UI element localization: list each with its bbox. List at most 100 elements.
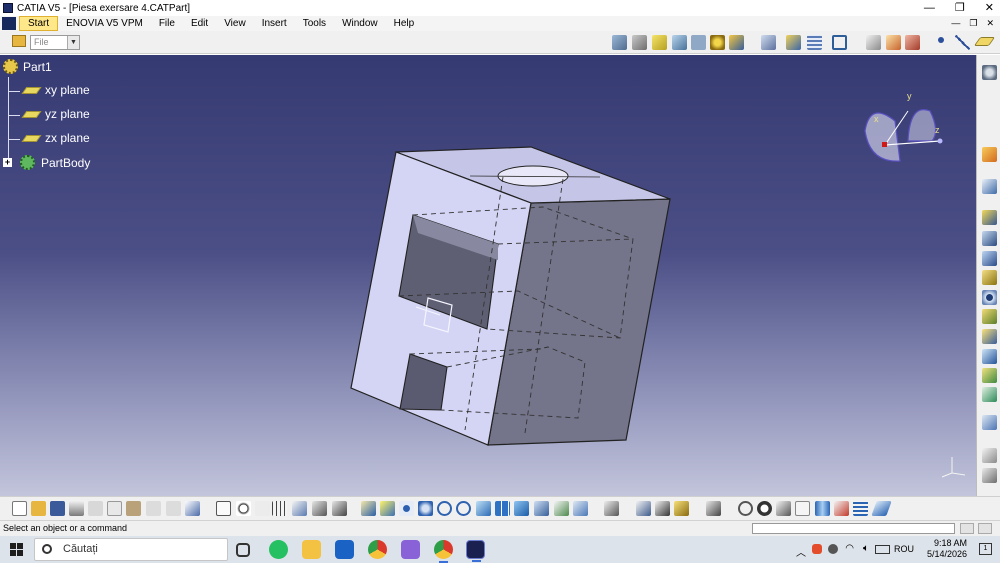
compass-widget[interactable]: y x z xyxy=(860,91,950,171)
swap-visible-icon[interactable] xyxy=(786,35,801,50)
shading-edges-icon[interactable] xyxy=(534,501,549,516)
normal-view-icon[interactable] xyxy=(476,501,491,516)
whats-this-icon[interactable] xyxy=(185,501,200,516)
maximize-button[interactable]: ❐ xyxy=(955,0,965,16)
outlook-icon[interactable] xyxy=(335,540,354,559)
slot-icon[interactable] xyxy=(982,329,997,344)
measure-between-icon[interactable] xyxy=(636,501,651,516)
purple-app-icon[interactable] xyxy=(401,540,420,559)
catalog-icon[interactable] xyxy=(312,501,327,516)
axis-system-icon[interactable] xyxy=(776,501,791,516)
whatsapp-icon[interactable] xyxy=(269,540,288,559)
line-icon[interactable] xyxy=(955,35,970,50)
zoom-out-icon[interactable] xyxy=(456,501,471,516)
cylinder-icon[interactable] xyxy=(815,501,830,516)
chevron-down-icon[interactable]: ▼ xyxy=(67,36,79,49)
minimize-button[interactable]: — xyxy=(924,0,935,16)
iso-view-icon[interactable] xyxy=(514,501,529,516)
redo-icon[interactable] xyxy=(166,501,181,516)
sketch-tools-icon[interactable] xyxy=(905,35,920,50)
annotation-icon[interactable] xyxy=(886,35,901,50)
menu-tools[interactable]: Tools xyxy=(295,16,334,31)
grid-view-icon[interactable] xyxy=(691,35,706,50)
render-style-icon[interactable] xyxy=(612,35,627,50)
refresh-icon[interactable] xyxy=(738,501,753,516)
file-combo[interactable]: File ▼ xyxy=(30,35,80,50)
hole-icon[interactable] xyxy=(982,290,997,305)
shading-icon[interactable] xyxy=(632,35,647,50)
wrench-icon[interactable] xyxy=(834,501,849,516)
point-icon[interactable] xyxy=(938,37,944,43)
menu-file[interactable]: File xyxy=(151,16,183,31)
keyboard-icon[interactable] xyxy=(875,545,890,554)
knowledge-icon[interactable] xyxy=(236,501,251,516)
rib-icon[interactable] xyxy=(982,309,997,324)
hierarchy-icon[interactable] xyxy=(292,501,307,516)
paste-icon[interactable] xyxy=(126,501,141,516)
3d-viewport[interactable]: Part1 xy plane yz plane zx plane + PartB… xyxy=(0,55,976,496)
menu-insert[interactable]: Insert xyxy=(254,16,295,31)
rotate-icon[interactable] xyxy=(418,501,433,516)
stack-icon[interactable] xyxy=(853,501,868,516)
target-icon[interactable] xyxy=(710,35,725,50)
box-yellow-icon[interactable] xyxy=(652,35,667,50)
undo-icon[interactable] xyxy=(146,501,161,516)
menu-enovia[interactable]: ENOVIA V5 VPM xyxy=(58,16,151,31)
groove-icon[interactable] xyxy=(982,270,997,285)
camera-icon[interactable] xyxy=(706,501,721,516)
analysis-icon[interactable] xyxy=(982,468,997,483)
mass-icon[interactable] xyxy=(674,501,689,516)
part-model[interactable] xyxy=(0,55,976,496)
status-button-1[interactable] xyxy=(960,523,974,534)
menu-edit[interactable]: Edit xyxy=(183,16,216,31)
menu-help[interactable]: Help xyxy=(386,16,423,31)
select-arrow-icon[interactable] xyxy=(982,147,997,162)
pad-icon[interactable] xyxy=(982,210,997,225)
units-icon[interactable] xyxy=(795,501,810,516)
notification-icon[interactable]: 1 xyxy=(979,543,992,555)
chamfer-icon[interactable] xyxy=(982,368,997,383)
close-button[interactable]: ✕ xyxy=(985,0,994,16)
menu-start[interactable]: Start xyxy=(19,16,59,31)
transform-icon[interactable] xyxy=(982,415,997,430)
light-bulb-icon[interactable] xyxy=(255,501,270,516)
zoom-in-icon[interactable] xyxy=(437,501,452,516)
fillet-icon[interactable] xyxy=(982,349,997,364)
tray-app-icon[interactable] xyxy=(828,544,838,554)
fit-all-icon[interactable] xyxy=(832,35,847,50)
specification-icon[interactable] xyxy=(604,501,619,516)
tray-chevron-up-icon[interactable]: ︿ xyxy=(796,544,806,559)
hide-show-icon[interactable] xyxy=(554,501,569,516)
new-file-icon[interactable] xyxy=(12,501,27,516)
command-input[interactable] xyxy=(752,523,955,534)
document-icon[interactable] xyxy=(2,17,16,30)
cube-yellow-icon[interactable] xyxy=(729,35,744,50)
eraser-icon[interactable] xyxy=(871,501,892,516)
boolean-icon[interactable] xyxy=(982,448,997,463)
status-button-2[interactable] xyxy=(978,523,992,534)
copy-icon[interactable] xyxy=(107,501,122,516)
cut-icon[interactable] xyxy=(88,501,103,516)
taskbar-search[interactable]: Căutați xyxy=(34,538,228,561)
menu-view[interactable]: View xyxy=(216,16,254,31)
grid-icon[interactable] xyxy=(807,35,822,50)
sketch-icon[interactable] xyxy=(982,179,997,194)
draft-icon[interactable] xyxy=(982,387,997,402)
surface-icon[interactable] xyxy=(672,35,687,50)
swap-space-icon[interactable] xyxy=(573,501,588,516)
catia-taskbar-icon[interactable] xyxy=(466,540,485,562)
sketcher-icon[interactable] xyxy=(982,65,997,80)
menu-window[interactable]: Window xyxy=(334,16,386,31)
open-folder-icon[interactable] xyxy=(31,501,46,516)
table-icon[interactable] xyxy=(272,501,287,516)
print-icon[interactable] xyxy=(69,501,84,516)
scan-icon[interactable] xyxy=(332,501,347,516)
pocket-icon[interactable] xyxy=(982,231,997,246)
save-icon[interactable] xyxy=(50,501,65,516)
file-explorer-icon[interactable] xyxy=(302,540,321,559)
clock[interactable]: 9:18 AM 5/14/2026 xyxy=(927,538,967,560)
wifi-icon[interactable]: ◠ xyxy=(845,543,854,554)
mdi-minimize-button[interactable]: — xyxy=(951,18,960,29)
formula-icon[interactable] xyxy=(216,501,231,516)
language-indicator[interactable]: ROU xyxy=(894,544,914,554)
